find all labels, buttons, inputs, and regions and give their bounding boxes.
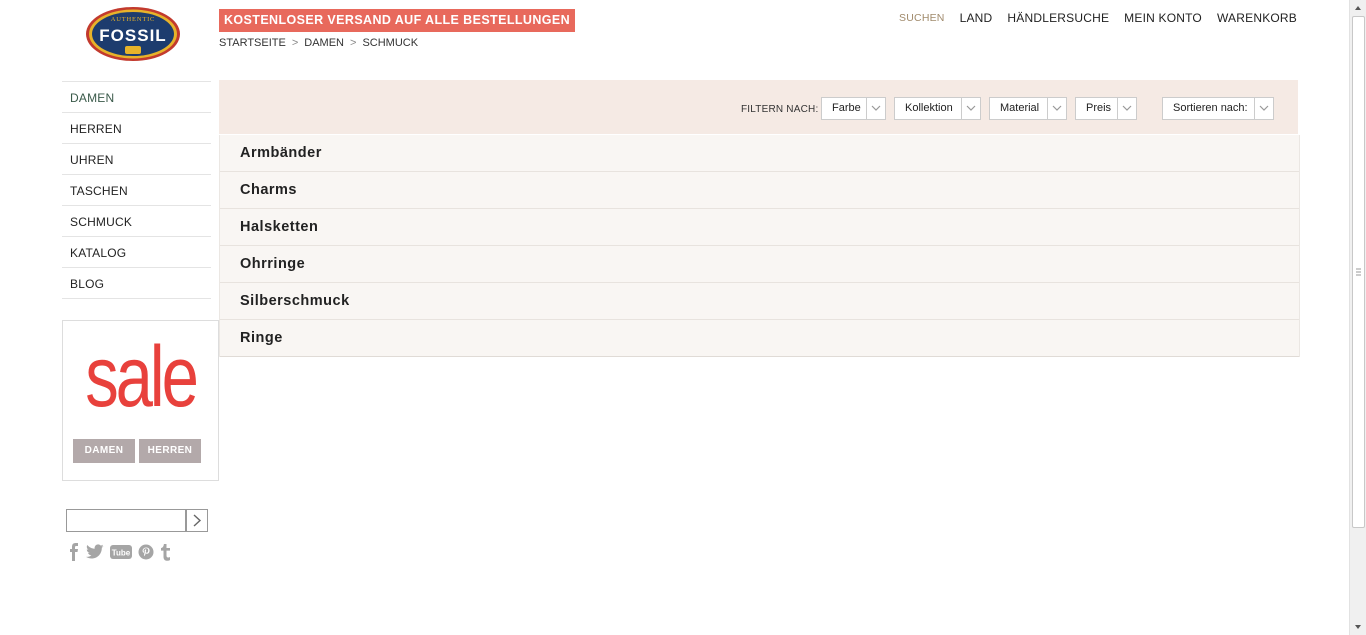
newsletter-input[interactable] bbox=[66, 509, 186, 532]
price-filter-dropdown[interactable]: Preis bbox=[1075, 97, 1137, 120]
category-ohrringe[interactable]: Ohrringe bbox=[220, 246, 1299, 283]
sort-label: Sortieren nach: bbox=[1173, 102, 1248, 114]
material-filter-label: Material bbox=[1000, 102, 1040, 114]
svg-text:AUTHENTIC: AUTHENTIC bbox=[111, 16, 155, 23]
chevron-down-icon bbox=[866, 98, 885, 119]
category-armbaender[interactable]: Armbänder bbox=[220, 135, 1299, 172]
newsletter-submit-button[interactable] bbox=[186, 509, 208, 532]
chevron-down-icon bbox=[1047, 98, 1066, 119]
collection-filter-dropdown[interactable]: Kollektion bbox=[894, 97, 981, 120]
color-filter-label: Farbe bbox=[832, 102, 861, 114]
sidebar-item-uhren[interactable]: UHREN bbox=[62, 143, 211, 174]
breadcrumb-home[interactable]: STARTSEITE bbox=[219, 37, 286, 49]
free-shipping-banner[interactable]: KOSTENLOSER VERSAND AUF ALLE BESTELLUNGE… bbox=[219, 9, 576, 32]
sale-men-button[interactable]: HERREN bbox=[139, 439, 201, 463]
collection-filter-label: Kollektion bbox=[905, 102, 953, 114]
color-filter-dropdown[interactable]: Farbe bbox=[821, 97, 886, 120]
price-filter-label: Preis bbox=[1086, 102, 1112, 114]
fossil-logo[interactable]: AUTHENTIC FOSSIL bbox=[84, 6, 182, 62]
sidebar-item-taschen[interactable]: TASCHEN bbox=[62, 174, 211, 205]
svg-text:FOSSIL: FOSSIL bbox=[99, 26, 166, 45]
sidebar-item-katalog[interactable]: KATALOG bbox=[62, 236, 211, 267]
chevron-down-icon bbox=[1117, 98, 1136, 119]
svg-text:Tube: Tube bbox=[112, 549, 131, 558]
category-list: Armbänder Charms Halsketten Ohrringe Sil… bbox=[219, 135, 1300, 357]
pinterest-icon[interactable] bbox=[138, 544, 154, 565]
category-silberschmuck[interactable]: Silberschmuck bbox=[220, 283, 1299, 320]
sale-women-button[interactable]: DAMEN bbox=[73, 439, 135, 463]
material-filter-dropdown[interactable]: Material bbox=[989, 97, 1067, 120]
category-charms[interactable]: Charms bbox=[220, 172, 1299, 209]
sidebar-navigation: DAMEN HERREN UHREN TASCHEN SCHMUCK KATAL… bbox=[62, 81, 211, 299]
dealer-search-link[interactable]: HÄNDLERSUCHE bbox=[1007, 11, 1109, 25]
facebook-icon[interactable] bbox=[68, 543, 80, 566]
category-ringe[interactable]: Ringe bbox=[220, 320, 1299, 357]
scroll-down-icon[interactable] bbox=[1354, 623, 1362, 631]
filter-bar: FILTERN NACH: Farbe Kollektion Material … bbox=[219, 80, 1298, 134]
chevron-down-icon bbox=[961, 98, 980, 119]
youtube-icon[interactable]: Tube bbox=[110, 545, 132, 564]
country-link[interactable]: LAND bbox=[960, 11, 993, 25]
sidebar-item-blog[interactable]: BLOG bbox=[62, 267, 211, 299]
sidebar-item-damen[interactable]: DAMEN bbox=[62, 81, 211, 112]
twitter-icon[interactable] bbox=[86, 544, 104, 565]
chevron-down-icon bbox=[1254, 98, 1273, 119]
breadcrumb-separator: > bbox=[291, 37, 299, 49]
search-link[interactable]: SUCHEN bbox=[899, 11, 945, 25]
scroll-up-icon[interactable] bbox=[1354, 4, 1362, 12]
tumblr-icon[interactable] bbox=[160, 543, 171, 566]
my-account-link[interactable]: MEIN KONTO bbox=[1124, 11, 1202, 25]
sort-dropdown[interactable]: Sortieren nach: bbox=[1162, 97, 1274, 120]
sidebar-item-schmuck[interactable]: SCHMUCK bbox=[62, 205, 211, 236]
cart-link[interactable]: WARENKORB bbox=[1217, 11, 1297, 25]
sale-promo: sale DAMEN HERREN bbox=[62, 320, 219, 481]
sale-heading[interactable]: sale bbox=[80, 327, 201, 427]
breadcrumb-damen[interactable]: DAMEN bbox=[304, 37, 344, 49]
social-links: Tube bbox=[68, 543, 171, 566]
sidebar-item-herren[interactable]: HERREN bbox=[62, 112, 211, 143]
category-halsketten[interactable]: Halsketten bbox=[220, 209, 1299, 246]
filter-label: FILTERN NACH: bbox=[741, 104, 819, 115]
breadcrumb-separator: > bbox=[350, 37, 357, 49]
breadcrumb: STARTSEITE > DAMEN > SCHMUCK bbox=[219, 37, 418, 49]
vertical-scrollbar[interactable] bbox=[1349, 0, 1366, 635]
grip-icon bbox=[1356, 268, 1361, 276]
breadcrumb-current: SCHMUCK bbox=[362, 37, 419, 49]
chevron-right-icon bbox=[193, 514, 202, 527]
scrollbar-thumb[interactable] bbox=[1352, 16, 1365, 528]
top-navigation: SUCHEN LAND HÄNDLERSUCHE MEIN KONTO WARE… bbox=[899, 11, 1297, 25]
